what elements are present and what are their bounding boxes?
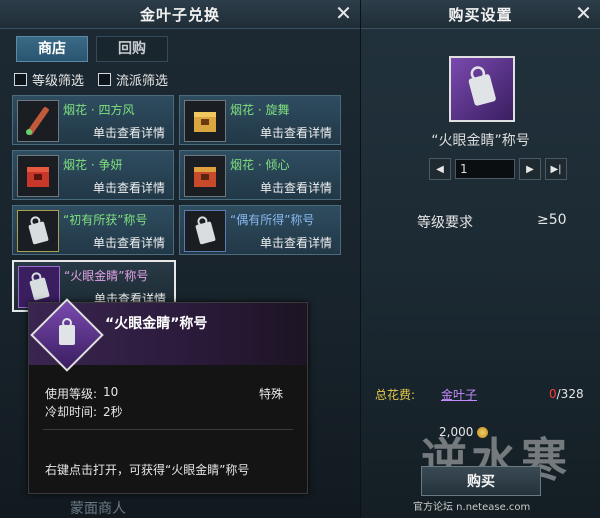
cost-required: /328 xyxy=(556,387,584,401)
level-filter-checkbox[interactable]: 等级筛选 xyxy=(14,70,84,89)
item-detail-hint: 单击查看详情 xyxy=(259,181,332,195)
item-name: “初有所获”称号 xyxy=(63,213,148,227)
firework-rocket-icon xyxy=(17,100,59,142)
gold-coin-icon xyxy=(477,426,489,438)
firework-box-icon xyxy=(17,155,59,197)
checkbox-icon[interactable] xyxy=(98,73,112,86)
title-token-icon xyxy=(17,210,59,252)
cost-owned: 0 xyxy=(549,387,557,401)
tooltip-description: 右键点击打开，可获得“火眼金睛”称号 xyxy=(45,463,250,477)
tooltip-level-value: 10 xyxy=(103,385,119,399)
currency-link[interactable]: 金叶子 xyxy=(441,386,477,403)
balance-value: 2,000 xyxy=(439,425,474,439)
item-detail-hint: 单击查看详情 xyxy=(92,236,165,250)
purchase-panel: 购买设置 ✕ “火眼金睛”称号 ◀ 1 ▶ ▶| 等级要求 ≥50 总花费: 金… xyxy=(361,0,600,518)
checkbox-icon[interactable] xyxy=(14,73,27,86)
shop-item-title-ouyousuode[interactable]: “偶有所得”称号 单击查看详情 xyxy=(179,205,341,255)
title-token-icon xyxy=(184,210,226,252)
school-filter-checkbox[interactable]: 流派筛选 xyxy=(98,70,168,89)
school-filter-label: 流派筛选 xyxy=(116,74,169,89)
forum-footer: 官方论坛 n.netease.com xyxy=(413,502,531,513)
purchase-title: 购买设置 xyxy=(448,5,513,24)
tab-buyback[interactable]: 回购 xyxy=(96,36,168,62)
merchant-name: 蒙面商人 xyxy=(70,501,126,517)
tooltip-cooldown-label: 冷却时间: xyxy=(45,405,98,419)
item-name: “偶有所得”称号 xyxy=(230,213,315,227)
shop-item-firework-sifangfeng[interactable]: 烟花 · 四方风 单击查看详情 xyxy=(12,95,174,145)
tooltip-type: 特殊 xyxy=(259,387,284,401)
increase-arrow-icon[interactable]: ▶ xyxy=(519,158,541,180)
shop-item-firework-qingxin[interactable]: 烟花 · 倾心 单击查看详情 xyxy=(179,150,341,200)
firework-box-icon xyxy=(184,100,226,142)
tooltip-level-label: 使用等级: xyxy=(45,387,98,401)
item-detail-hint: 单击查看详情 xyxy=(92,126,165,140)
level-filter-label: 等级筛选 xyxy=(32,74,85,89)
title-token-icon xyxy=(30,298,104,372)
quantity-input[interactable]: 1 xyxy=(455,159,515,179)
item-tooltip: “火眼金睛”称号 使用等级: 10 特殊 冷却时间: 2秒 右键点击打开，可获得… xyxy=(28,298,308,494)
tooltip-divider xyxy=(43,429,293,430)
level-requirement-value: ≥50 xyxy=(537,212,567,228)
shop-titlebar: 金叶子兑换 ✕ xyxy=(0,0,360,29)
selected-item-name: “火眼金睛”称号 xyxy=(431,133,530,149)
tooltip-title: “火眼金睛”称号 xyxy=(105,316,208,332)
tooltip-header: “火眼金睛”称号 xyxy=(29,298,307,372)
level-requirement-label: 等级要求 xyxy=(417,215,473,231)
buy-button[interactable]: 购买 xyxy=(421,466,541,496)
decrease-arrow-icon[interactable]: ◀ xyxy=(429,158,451,180)
tooltip-cooldown-value: 2秒 xyxy=(103,405,123,419)
tab-shop[interactable]: 商店 xyxy=(16,36,88,62)
total-cost-label: 总花费: xyxy=(375,388,416,402)
item-detail-hint: 单击查看详情 xyxy=(259,236,332,250)
firework-box-icon xyxy=(184,155,226,197)
item-detail-hint: 单击查看详情 xyxy=(92,181,165,195)
shop-item-title-chuyousuohuo[interactable]: “初有所获”称号 单击查看详情 xyxy=(12,205,174,255)
shop-title: 金叶子兑换 xyxy=(139,5,220,24)
close-icon[interactable]: ✕ xyxy=(574,3,594,23)
item-name: “火眼金睛”称号 xyxy=(64,269,149,283)
max-quantity-icon[interactable]: ▶| xyxy=(545,158,567,180)
item-name: 烟花 · 争妍 xyxy=(63,158,123,172)
shop-item-firework-xuanwu[interactable]: 烟花 · 旋舞 单击查看详情 xyxy=(179,95,341,145)
close-icon[interactable]: ✕ xyxy=(334,3,354,23)
item-name: 烟花 · 四方风 xyxy=(63,103,135,117)
purchase-titlebar: 购买设置 ✕ xyxy=(361,0,600,29)
item-detail-hint: 单击查看详情 xyxy=(259,126,332,140)
shop-item-firework-zhengyan[interactable]: 烟花 · 争妍 单击查看详情 xyxy=(12,150,174,200)
quantity-stepper: ◀ 1 ▶ ▶| xyxy=(429,158,567,180)
title-token-icon xyxy=(449,56,515,122)
item-name: 烟花 · 倾心 xyxy=(230,158,290,172)
total-cost: 0/328 xyxy=(549,387,584,401)
item-name: 烟花 · 旋舞 xyxy=(230,103,290,117)
balance: 2,000 xyxy=(439,425,489,439)
